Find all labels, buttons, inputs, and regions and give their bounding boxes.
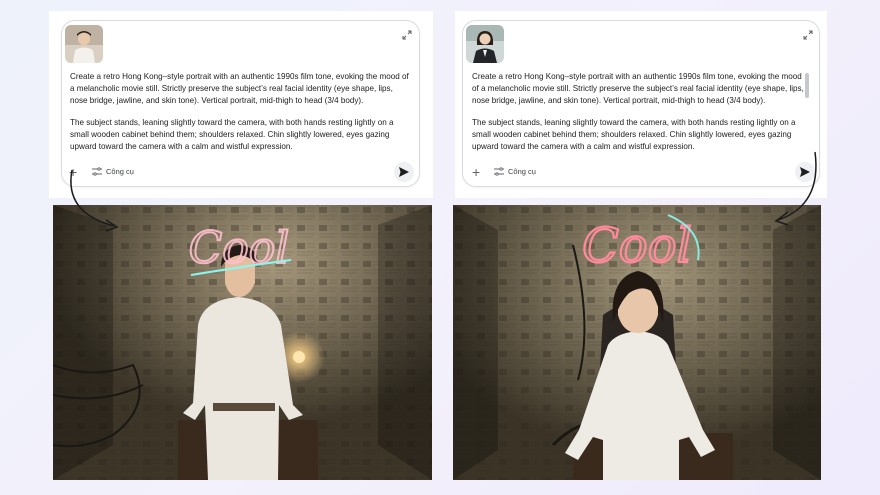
- prompt-paragraph-2: The subject stands, leaning slightly tow…: [472, 118, 796, 152]
- tune-icon: [494, 167, 504, 176]
- expand-icon[interactable]: [803, 30, 813, 40]
- prompt-text[interactable]: Create a retro Hong Kong–style portrait …: [70, 71, 410, 164]
- tools-label: Công cụ: [508, 167, 536, 176]
- right-generated-photo: Cool: [453, 205, 821, 480]
- neon-sign: Cool: [582, 218, 692, 274]
- plus-icon: +: [472, 164, 481, 180]
- prompt-text[interactable]: Create a retro Hong Kong–style portrait …: [472, 71, 806, 164]
- left-generated-photo: Cool: [53, 205, 432, 480]
- prompt-paragraph-1: Create a retro Hong Kong–style portrait …: [70, 72, 409, 106]
- right-prompt-card: Create a retro Hong Kong–style portrait …: [462, 20, 820, 187]
- add-button[interactable]: +: [472, 165, 480, 179]
- neon-text: Cool: [582, 218, 692, 274]
- attached-image-thumbnail[interactable]: [466, 25, 504, 63]
- attached-image-thumbnail[interactable]: [65, 25, 103, 63]
- expand-icon[interactable]: [402, 30, 412, 40]
- prompt-paragraph-2: The subject stands, leaning slightly tow…: [70, 118, 394, 152]
- left-curved-arrow: [70, 169, 119, 232]
- neon-sign: Cool: [189, 223, 290, 274]
- left-prompt-card: Create a retro Hong Kong–style portrait …: [61, 20, 420, 187]
- scrollbar[interactable]: [805, 73, 809, 98]
- neon-text: Cool: [189, 223, 290, 274]
- right-curved-arrow: [774, 151, 817, 226]
- tools-button[interactable]: Công cụ: [494, 167, 536, 176]
- send-icon: [399, 167, 409, 177]
- prompt-paragraph-1: Create a retro Hong Kong–style portrait …: [472, 72, 804, 106]
- send-button[interactable]: [394, 162, 414, 182]
